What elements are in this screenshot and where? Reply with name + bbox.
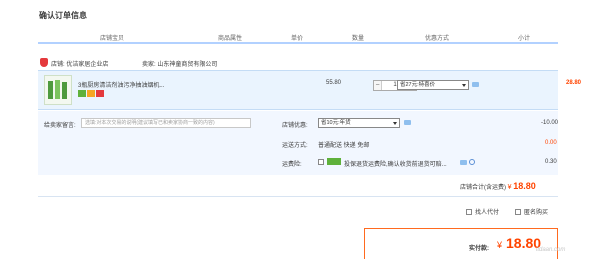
currency-symbol: ¥ — [497, 240, 503, 250]
store-total-label: 店铺合计(含运费) — [460, 185, 506, 191]
insurance-tag-icon — [327, 158, 341, 165]
store-discount-label: 店铺优惠: — [282, 123, 308, 129]
insurance-checkbox[interactable] — [318, 159, 324, 165]
store-badge-icon — [40, 58, 48, 67]
shop-row: 店铺: 优洁家居企业店 卖家: 山东神童商贸有限公司 — [38, 57, 558, 69]
column-header-attributes: 商品属性 — [218, 36, 243, 42]
service-badge-icon[interactable] — [96, 90, 104, 97]
chat-icon[interactable] — [472, 82, 479, 87]
chat-icon[interactable] — [404, 120, 411, 125]
pay-for-me-option[interactable]: 找人代付 — [466, 207, 499, 216]
product-thumbnail[interactable] — [44, 75, 72, 105]
currency-symbol: ¥ — [507, 184, 512, 191]
item-discount-select[interactable]: 省27元:特喜价 — [397, 80, 469, 90]
chevron-down-icon — [462, 84, 466, 87]
service-badge-icon[interactable] — [87, 90, 95, 97]
column-header-discount: 优惠方式 — [425, 36, 450, 42]
store-total: 店铺合计(含运费) ¥ 18.80 — [460, 181, 536, 191]
item-discount-value: 省27元:特喜价 — [400, 82, 436, 88]
seller-name-link[interactable]: 卖家: 山东神童商贸有限公司 — [142, 59, 217, 68]
quantity-decrease-button[interactable]: − — [374, 81, 382, 90]
order-item-row: 3瓶厨房清洁剂油污净抽油烟机... 55.80 − 1 + 省27元:特喜价 2… — [38, 70, 581, 110]
insurance-fee: 0.30 — [545, 159, 557, 165]
column-header-price: 单价 — [291, 36, 304, 42]
divider — [38, 196, 558, 197]
message-label: 给卖家留言: — [44, 123, 76, 129]
shipping-fee: 0.00 — [545, 140, 557, 146]
chevron-down-icon — [393, 122, 397, 125]
store-discount-amount: -10.00 — [541, 120, 559, 126]
anonymous-purchase-option[interactable]: 匿名购买 — [515, 207, 548, 216]
chat-icon[interactable] — [460, 160, 467, 165]
column-header-item: 店铺宝贝 — [100, 36, 125, 42]
service-badge-icon[interactable] — [78, 90, 86, 97]
payment-label: 实付款: — [469, 246, 489, 252]
insurance-description: 投保退货运费险,确认收货前退货可赔... — [344, 162, 447, 168]
store-discount-value: 省10元:年货 — [321, 120, 351, 126]
watermark: itdaan.com — [536, 247, 566, 253]
page-title: 确认订单信息 — [39, 11, 87, 20]
store-name-link[interactable]: 店铺: 优洁家居企业店 — [51, 59, 108, 68]
pay-for-me-label: 找人代付 — [475, 210, 500, 216]
column-header-quantity: 数量 — [352, 36, 365, 42]
seller-message-input[interactable]: 选填:对本次交易的说明(建议填写已和卖家协商一致的内容) — [81, 118, 251, 128]
unit-price: 55.80 — [326, 80, 342, 86]
payment-summary-box: 实付款: ¥ 18.80 — [364, 228, 558, 259]
product-title-link[interactable]: 3瓶厨房清洁剂油污净抽油烟机... — [78, 80, 164, 89]
shipping-label: 运送方式: — [282, 143, 308, 149]
column-header-row: 店铺宝贝 商品属性 单价 数量 优惠方式 小计 — [38, 30, 558, 44]
order-options-panel: 给卖家留言: 选填:对本次交易的说明(建议填写已和卖家协商一致的内容) 店铺优惠… — [38, 111, 558, 175]
anonymous-purchase-checkbox[interactable] — [515, 209, 521, 215]
item-subtotal: 28.80 — [566, 80, 582, 86]
anonymous-purchase-label: 匿名购买 — [524, 210, 549, 216]
store-total-amount: 18.80 — [513, 181, 536, 191]
service-badges — [78, 90, 105, 97]
pay-for-me-checkbox[interactable] — [466, 209, 472, 215]
help-icon[interactable] — [469, 159, 475, 165]
shipping-method: 普通配送 快递 免邮 — [318, 143, 370, 149]
column-header-subtotal: 小计 — [518, 36, 531, 42]
insurance-label: 运费险: — [282, 162, 302, 168]
store-discount-select[interactable]: 省10元:年货 — [318, 118, 400, 128]
